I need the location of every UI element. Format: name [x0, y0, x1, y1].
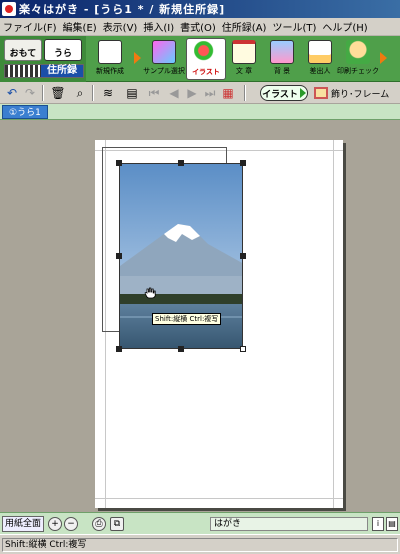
copy-page-icon[interactable]: ⧉	[110, 517, 124, 531]
print-check-button[interactable]: 印刷チェック	[337, 38, 379, 80]
print-icon[interactable]: ⎙	[92, 517, 106, 531]
tab-front-side[interactable]: おもて	[4, 39, 42, 61]
resize-handle-nw[interactable]	[116, 160, 122, 166]
menu-bar: ファイル(F) 編集(E) 表示(V) 挿入(I) 書式(O) 住所録(A) ツ…	[0, 18, 400, 36]
resize-handle-ne[interactable]	[240, 160, 246, 166]
first-page-icon[interactable]: ⏮	[146, 85, 162, 101]
address-grid-icon	[5, 65, 41, 77]
paper-type-field[interactable]: はがき	[210, 517, 368, 531]
resize-handle-se[interactable]	[240, 346, 246, 352]
sample-select-label: サンプル選択	[143, 67, 185, 75]
text-button[interactable]: 文 章	[224, 38, 264, 80]
info-icon[interactable]: i	[372, 517, 384, 531]
menu-file[interactable]: ファイル(F)	[0, 19, 60, 34]
step-arrow-icon	[380, 52, 387, 64]
resize-handle-w[interactable]	[116, 253, 122, 259]
redo-icon[interactable]: ↷	[22, 85, 38, 101]
print-check-label: 印刷チェック	[337, 67, 379, 75]
address-book-button[interactable]: 住所録	[4, 64, 84, 78]
new-doc-button[interactable]: 新規作成	[90, 38, 130, 80]
sender-label: 差出人	[309, 67, 331, 75]
status-text: Shift:縦横 Ctrl:複写	[2, 538, 398, 552]
illustration-button[interactable]: イラスト	[186, 38, 226, 80]
illustration-mode-button[interactable]: イラスト	[260, 85, 308, 101]
zoom-in-icon[interactable]: +	[48, 517, 62, 531]
document-tab-strip: ①うら1	[0, 104, 400, 120]
sample-select-button[interactable]: サンプル選択	[143, 38, 185, 80]
modifier-tooltip: Shift:縦横 Ctrl:複写	[152, 313, 222, 325]
background-label: 背 景	[273, 67, 291, 75]
last-page-icon[interactable]: ⏭	[202, 85, 218, 101]
resize-handle-s[interactable]	[178, 346, 184, 352]
zoom-out-icon[interactable]: −	[64, 517, 78, 531]
play-arrow-icon	[299, 88, 306, 98]
illustration-icon	[194, 41, 218, 65]
side-switcher: おもて うら 住所録	[0, 36, 86, 82]
frame-label: 飾り･フレーム	[331, 89, 390, 100]
fit-page-button[interactable]: 用紙全面	[2, 516, 44, 532]
step-arrow-icon	[134, 52, 141, 64]
sender-button[interactable]: 差出人	[300, 38, 340, 80]
layout-toggle-icon[interactable]: ▤	[386, 517, 398, 531]
title-bar: 楽々はがき - [うら1 * / 新規住所録]	[0, 0, 400, 18]
frame-icon	[314, 87, 328, 99]
frame-button[interactable]: 飾り･フレーム	[314, 85, 389, 101]
menu-address-book[interactable]: 住所録(A)	[219, 19, 270, 34]
margin-guide	[333, 140, 334, 508]
editor-canvas[interactable]: Shift:縦横 Ctrl:複写	[0, 120, 400, 512]
prev-page-icon[interactable]: ◀	[166, 85, 182, 101]
view-bar: 用紙全面 + − ⎙ ⧉ はがき i ▤	[0, 512, 400, 534]
zoom-search-icon[interactable]: ⌕	[72, 85, 88, 101]
menu-help[interactable]: ヘルプ(H)	[319, 19, 370, 34]
tab-back-page-1[interactable]: ①うら1	[2, 105, 48, 119]
sample-select-icon	[152, 40, 176, 64]
layer-icon[interactable]: ≋	[100, 85, 116, 101]
background-icon	[270, 40, 294, 64]
main-ribbon: おもて うら 住所録 新規作成 サンプル選択 イラスト 文 章 背 景 差出人 …	[0, 36, 400, 82]
illustration-mode-label: イラスト	[262, 89, 298, 100]
menu-format[interactable]: 書式(O)	[177, 19, 219, 34]
calendar-icon[interactable]: ▦	[220, 85, 236, 101]
page-layout-icon[interactable]: ▤	[124, 85, 140, 101]
toolbar-separator	[42, 85, 44, 101]
next-page-icon[interactable]: ▶	[184, 85, 200, 101]
toolbar-separator	[244, 85, 246, 101]
sender-icon	[308, 40, 332, 64]
undo-icon[interactable]: ↶	[4, 85, 20, 101]
resize-handle-n[interactable]	[178, 160, 184, 166]
toolbar: ↶ ↷ 🗑 ⌕ ≋ ▤ ⏮ ◀ ▶ ⏭ ▦ イラスト 飾り･フレーム	[0, 82, 400, 104]
menu-edit[interactable]: 編集(E)	[60, 19, 100, 34]
margin-guide	[95, 498, 343, 499]
resize-handle-e[interactable]	[240, 253, 246, 259]
menu-view[interactable]: 表示(V)	[100, 19, 141, 34]
status-bar: Shift:縦横 Ctrl:複写	[0, 534, 400, 554]
background-button[interactable]: 背 景	[262, 38, 302, 80]
toolbar-separator	[92, 85, 94, 101]
text-label: 文 章	[235, 67, 253, 75]
address-book-label: 住所録	[41, 65, 83, 77]
app-icon[interactable]	[2, 2, 16, 16]
illustration-label: イラスト	[192, 68, 220, 76]
menu-tools[interactable]: ツール(T)	[269, 19, 319, 34]
menu-insert[interactable]: 挿入(I)	[140, 19, 177, 34]
delete-icon[interactable]: 🗑	[50, 85, 66, 101]
window-title: 楽々はがき - [うら1 * / 新規住所録]	[19, 3, 226, 16]
text-icon	[232, 40, 256, 64]
print-check-icon	[346, 40, 370, 64]
hand-cursor-icon	[144, 287, 156, 299]
new-doc-label: 新規作成	[96, 67, 124, 75]
tab-back-side[interactable]: うら	[44, 39, 82, 61]
new-doc-icon	[98, 40, 122, 64]
resize-handle-sw[interactable]	[116, 346, 122, 352]
